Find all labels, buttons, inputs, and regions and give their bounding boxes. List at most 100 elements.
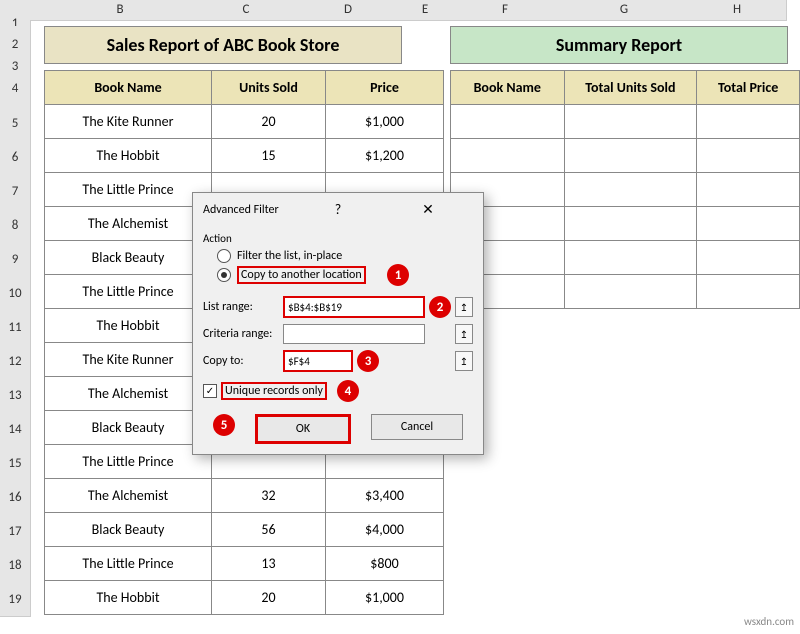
cell[interactable]: The Alchemist [45, 479, 212, 513]
cell[interactable]: 13 [212, 547, 326, 581]
table-row[interactable] [451, 139, 800, 173]
callout-2: 2 [429, 296, 451, 318]
action-label: Action [203, 232, 473, 245]
row-14[interactable]: 14 [0, 412, 31, 447]
copy-to-input[interactable] [283, 350, 353, 372]
row-19[interactable]: 19 [0, 582, 31, 617]
cell[interactable]: The Little Prince [45, 547, 212, 581]
cell[interactable]: $3,400 [326, 479, 444, 513]
cell[interactable]: 32 [212, 479, 326, 513]
cell[interactable]: The Alchemist [45, 377, 212, 411]
row-8[interactable]: 8 [0, 208, 31, 243]
cell[interactable]: $1,200 [326, 139, 444, 173]
unique-label: Unique records only [221, 382, 327, 400]
copy-to-label: Copy to: [203, 354, 283, 368]
radio-icon [217, 249, 231, 263]
criteria-range-input[interactable] [283, 324, 425, 344]
hdr-book-name-r[interactable]: Book Name [451, 71, 565, 105]
cell[interactable]: 15 [212, 139, 326, 173]
hdr-book-name[interactable]: Book Name [45, 71, 212, 105]
row-13[interactable]: 13 [0, 378, 31, 413]
row-17[interactable]: 17 [0, 514, 31, 549]
hdr-total-units[interactable]: Total Units Sold [564, 71, 697, 105]
cell[interactable]: The Little Prince [45, 173, 212, 207]
table-row[interactable]: The Little Prince13$800 [45, 547, 444, 581]
range-picker-icon[interactable]: ↥ [455, 297, 473, 317]
col-b[interactable]: B [44, 0, 197, 21]
cancel-button[interactable]: Cancel [371, 414, 463, 440]
dialog-title: Advanced Filter [203, 203, 293, 217]
col-h[interactable]: H [688, 0, 787, 21]
row-5[interactable]: 5 [0, 106, 31, 141]
cell[interactable]: The Hobbit [45, 581, 212, 615]
row-2[interactable]: 2 [0, 26, 31, 63]
table-row[interactable] [451, 207, 800, 241]
cell[interactable]: The Alchemist [45, 207, 212, 241]
hdr-price[interactable]: Price [326, 71, 444, 105]
cell[interactable]: $1,000 [326, 105, 444, 139]
callout-4: 4 [337, 380, 359, 402]
cell[interactable]: The Little Prince [45, 445, 212, 479]
cell[interactable]: 56 [212, 513, 326, 547]
cell[interactable]: The Hobbit [45, 309, 212, 343]
col-d[interactable]: D [296, 0, 401, 21]
row-16[interactable]: 16 [0, 480, 31, 515]
cell[interactable]: Black Beauty [45, 513, 212, 547]
cell[interactable]: The Little Prince [45, 275, 212, 309]
summary-table[interactable]: Book Name Total Units Sold Total Price [450, 70, 800, 309]
col-a-edge[interactable] [30, 0, 45, 21]
radio-copy-location[interactable]: Copy to another location 1 [217, 266, 473, 284]
cell[interactable]: The Kite Runner [45, 105, 212, 139]
cell[interactable]: 20 [212, 105, 326, 139]
cell[interactable]: The Kite Runner [45, 343, 212, 377]
close-icon[interactable]: ✕ [383, 201, 473, 218]
row-18[interactable]: 18 [0, 548, 31, 583]
title-summary-report: Summary Report [450, 26, 788, 64]
radio-icon [217, 268, 231, 282]
radio-filter-inplace[interactable]: Filter the list, in-place [217, 249, 473, 263]
table-row[interactable]: The Alchemist32$3,400 [45, 479, 444, 513]
col-e[interactable]: E [400, 0, 451, 21]
row-4[interactable]: 4 [0, 70, 31, 107]
row-6[interactable]: 6 [0, 140, 31, 175]
cell[interactable]: The Hobbit [45, 139, 212, 173]
criteria-range-label: Criteria range: [203, 327, 283, 341]
cell[interactable]: $4,000 [326, 513, 444, 547]
cell[interactable]: $1,000 [326, 581, 444, 615]
hdr-total-price[interactable]: Total Price [697, 71, 800, 105]
radio-copy-label: Copy to another location [237, 266, 366, 284]
row-11[interactable]: 11 [0, 310, 31, 345]
table-row[interactable]: Black Beauty56$4,000 [45, 513, 444, 547]
cell[interactable]: Black Beauty [45, 241, 212, 275]
list-range-label: List range: [203, 300, 283, 314]
callout-1: 1 [387, 264, 409, 286]
cell[interactable]: $800 [326, 547, 444, 581]
row-12[interactable]: 12 [0, 344, 31, 379]
row-10[interactable]: 10 [0, 276, 31, 311]
unique-checkbox[interactable]: ✓ [203, 384, 217, 398]
table-row[interactable] [451, 275, 800, 309]
table-row[interactable] [451, 105, 800, 139]
range-picker-icon[interactable]: ↥ [455, 324, 473, 344]
list-range-input[interactable] [283, 296, 425, 318]
cell[interactable]: 20 [212, 581, 326, 615]
help-icon[interactable]: ? [293, 201, 383, 218]
table-row[interactable] [451, 241, 800, 275]
table-row[interactable] [451, 173, 800, 207]
cell[interactable]: Black Beauty [45, 411, 212, 445]
table-row[interactable]: The Hobbit20$1,000 [45, 581, 444, 615]
row-7[interactable]: 7 [0, 174, 31, 209]
col-c[interactable]: C [196, 0, 297, 21]
hdr-units-sold[interactable]: Units Sold [212, 71, 326, 105]
ok-button[interactable]: OK [255, 414, 351, 444]
row-15[interactable]: 15 [0, 446, 31, 481]
table-row[interactable]: The Kite Runner20$1,000 [45, 105, 444, 139]
table-row[interactable]: The Hobbit15$1,200 [45, 139, 444, 173]
row-9[interactable]: 9 [0, 242, 31, 277]
callout-5: 5 [213, 414, 235, 436]
watermark: wsxdn.com [744, 615, 794, 628]
col-g[interactable]: G [560, 0, 689, 21]
range-picker-icon[interactable]: ↥ [455, 351, 473, 371]
col-f[interactable]: F [450, 0, 561, 21]
title-sales-report: Sales Report of ABC Book Store [44, 26, 402, 64]
